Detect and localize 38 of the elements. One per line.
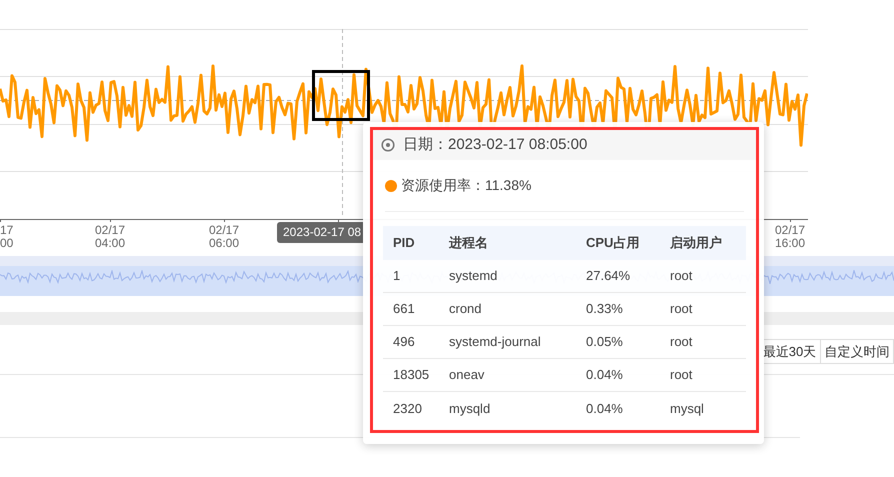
axis-date-label: 02/17 — [208, 224, 240, 237]
table-cell-text: mysqld — [449, 400, 492, 418]
axis-date-label: 02/17 — [94, 224, 126, 237]
table-cell-text: 27.64% — [586, 267, 632, 286]
table-cell-text: 661 — [393, 300, 416, 318]
highlight-frame — [312, 70, 370, 121]
table-cell-text: 0.05% — [586, 333, 624, 352]
date-text: 日期：2023-02-17 08:05:00 — [403, 134, 588, 155]
column-header: 进程名 — [449, 234, 489, 252]
table-cell-text: crond — [449, 300, 483, 318]
table-cell-text: mysql — [670, 400, 705, 418]
axis-time-label: 00 — [0, 237, 14, 250]
axis-time-label: 04:00 — [94, 237, 126, 250]
range-button[interactable]: 自定义时间 — [820, 339, 894, 364]
table-cell-text: root — [670, 333, 694, 352]
column-header: 启动用户 — [670, 234, 723, 252]
table-cell-text: 496 — [393, 333, 416, 352]
table-cell-text: 0.04% — [586, 400, 624, 418]
table-cell-text: 0.33% — [586, 300, 624, 318]
axis-time-label: 16:00 — [774, 237, 806, 250]
table-cell-text: 2320 — [393, 400, 423, 418]
column-header: PID — [393, 234, 416, 252]
pointer-label: 2023-02-17 08 — [277, 222, 363, 243]
table-cell-text: root — [670, 300, 694, 318]
axis-time-label: 06:00 — [208, 237, 240, 250]
table-cell-text: oneav — [449, 366, 486, 384]
column-header: CPU占用 — [586, 234, 640, 252]
target-icon — [381, 138, 395, 152]
table-cell-text: root — [670, 366, 694, 384]
table-cell-text: 1 — [393, 267, 402, 286]
axis-date-label: 17 — [0, 224, 14, 237]
series-value: 资源使用率：11.38% — [401, 176, 532, 195]
table-cell-text: systemd-journal — [449, 333, 542, 352]
axis-date-label: 02/17 — [774, 224, 806, 237]
table-cell-text: 18305 — [393, 366, 430, 384]
table-cell-text: 0.04% — [586, 366, 624, 384]
table-cell-text: systemd — [449, 267, 498, 286]
table-cell-text: root — [670, 267, 694, 286]
